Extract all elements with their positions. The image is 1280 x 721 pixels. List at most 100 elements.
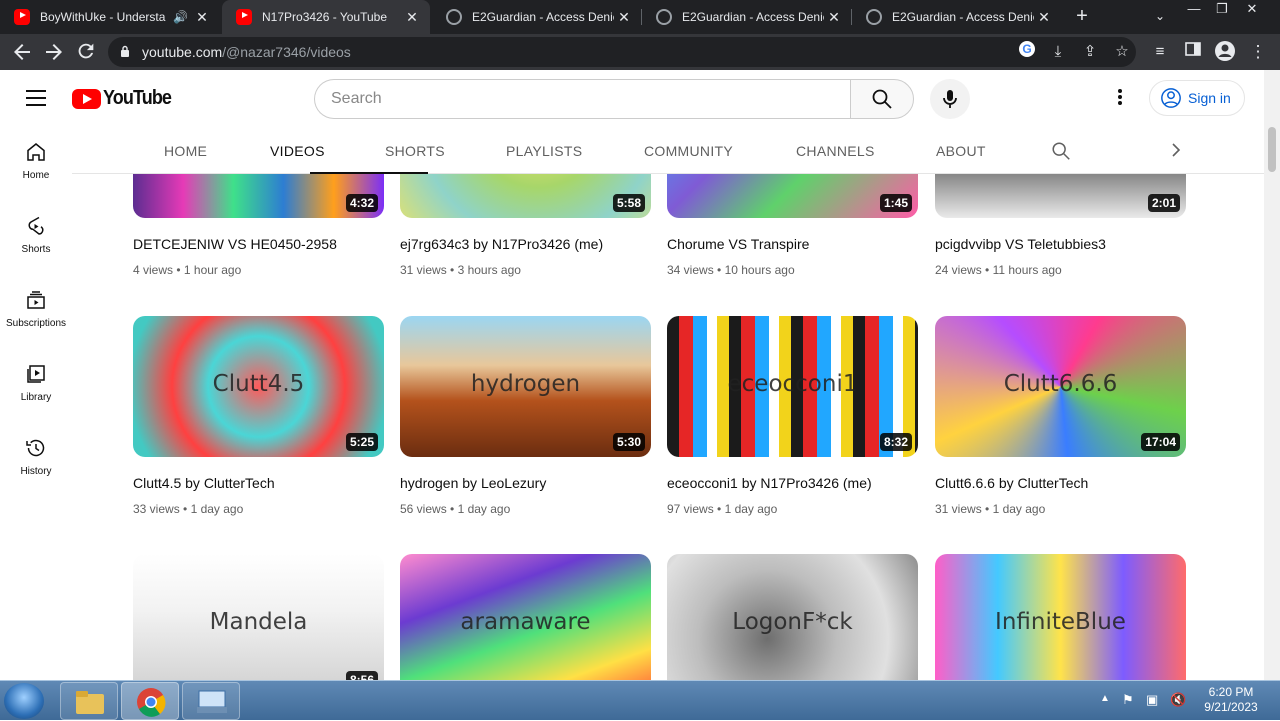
video-title[interactable]: eceocconi1 by N17Pro3426 (me): [667, 475, 872, 491]
tab-home[interactable]: HOME: [164, 143, 207, 159]
lock-icon[interactable]: [120, 45, 130, 57]
video-thumbnail[interactable]: Clutt4.5 5:25: [133, 316, 384, 457]
forward-arrow-icon[interactable]: [42, 40, 66, 64]
tab-boywithuke[interactable]: BoyWithUke - Understa 🔊 ✕: [0, 0, 220, 34]
tab-n17pro3426[interactable]: N17Pro3426 - YouTube ✕: [222, 0, 430, 34]
explorer-icon[interactable]: [60, 682, 118, 720]
video-card[interactable]: Clutt6.6.6 17:04 Clutt6.6.6 by ClutterTech…: [935, 316, 1186, 516]
video-thumbnail[interactable]: aramaware: [400, 554, 651, 680]
bookmark-star-icon[interactable]: ☆: [1110, 40, 1134, 64]
youtube-logo[interactable]: YouTube: [72, 87, 179, 110]
taskbar-clock[interactable]: 6:20 PM 9/21/2023: [1200, 685, 1262, 715]
keyboard-app-icon[interactable]: [182, 682, 240, 720]
video-thumbnail[interactable]: eceocconi1 8:32: [667, 316, 918, 457]
tab-e2guardian-3[interactable]: E2Guardian - Access Denie ✕: [852, 0, 1062, 34]
tab-shorts[interactable]: SHORTS: [385, 143, 445, 159]
new-tab-icon[interactable]: +: [1070, 4, 1094, 28]
guide-item-home[interactable]: Home: [4, 126, 68, 192]
close-tab-icon[interactable]: ✕: [402, 9, 422, 26]
video-title[interactable]: hydrogen by LeoLezury: [400, 475, 546, 491]
globe-favicon-icon: [866, 9, 882, 25]
install-app-icon[interactable]: ⤓: [1046, 40, 1070, 64]
network-icon[interactable]: ▣: [1146, 692, 1158, 708]
video-thumbnail[interactable]: hydrogen 5:30: [400, 316, 651, 457]
thumbnail-text: LogonF*ck: [732, 609, 853, 635]
restore-icon[interactable]: ❐: [1208, 0, 1236, 20]
window-close-icon[interactable]: ✕: [1238, 0, 1266, 20]
video-card[interactable]: LogonF*ck: [667, 554, 918, 680]
close-tab-icon[interactable]: ✕: [1034, 9, 1054, 26]
guide-item-subscriptions[interactable]: Subscriptions: [4, 274, 68, 340]
video-title[interactable]: DETCEJENIW VS HE0450-2958: [133, 236, 337, 252]
globe-favicon-icon: [656, 9, 672, 25]
search-button[interactable]: [850, 79, 914, 119]
video-meta: 24 views • 11 hours ago: [935, 263, 1062, 277]
view-count: 31 views: [935, 502, 982, 516]
youtube-masthead: YouTube Sign in: [0, 70, 1264, 126]
video-card[interactable]: Clutt4.5 5:25 Clutt4.5 by ClutterTech 33 vi…: [133, 316, 384, 516]
speaker-icon[interactable]: 🔊: [173, 10, 188, 24]
tab-e2guardian-1[interactable]: E2Guardian - Access Denie ✕: [432, 0, 642, 34]
video-thumbnail[interactable]: LogonF*ck: [667, 554, 918, 680]
start-button-icon[interactable]: [4, 683, 44, 719]
video-title[interactable]: Clutt4.5 by ClutterTech: [133, 475, 275, 491]
tab-community[interactable]: COMMUNITY: [644, 143, 733, 159]
minimize-icon[interactable]: —: [1180, 0, 1208, 20]
video-title[interactable]: ej7rg634c3 by N17Pro3426 (me): [400, 236, 603, 252]
hamburger-menu-icon[interactable]: [26, 90, 46, 106]
url-text[interactable]: youtube.com/@nazar7346/videos: [142, 44, 351, 60]
history-icon: [26, 439, 45, 457]
guide-item-history[interactable]: History: [4, 422, 68, 488]
chevron-right-icon[interactable]: [1166, 140, 1186, 160]
close-tab-icon[interactable]: ✕: [824, 9, 844, 26]
video-thumbnail[interactable]: Clutt6.6.6 17:04: [935, 316, 1186, 457]
chrome-icon[interactable]: [121, 682, 179, 720]
thumbnail-text: Clutt4.5: [212, 371, 305, 397]
close-tab-icon[interactable]: ✕: [614, 9, 634, 26]
tab-playlists[interactable]: PLAYLISTS: [506, 143, 582, 159]
video-card[interactable]: eceocconi1 8:32 eceocconi1 by N17Pro3426 (…: [667, 316, 918, 516]
tab-about[interactable]: ABOUT: [936, 143, 986, 159]
video-title[interactable]: Chorume VS Transpire: [667, 236, 809, 252]
tab-search-chevron-icon[interactable]: ⌄: [1148, 4, 1172, 28]
search-box[interactable]: [314, 79, 851, 119]
meta-separator: •: [981, 502, 993, 516]
video-card[interactable]: InfiniteBlue: [935, 554, 1186, 680]
action-center-flag-icon[interactable]: ⚑: [1122, 692, 1134, 708]
video-title[interactable]: pcigdvvibp VS Teletubbies3: [935, 236, 1106, 252]
video-thumbnail[interactable]: Mandela 8:56: [133, 554, 384, 680]
video-title[interactable]: Clutt6.6.6 by ClutterTech: [935, 475, 1088, 491]
google-icon[interactable]: G: [1015, 40, 1039, 64]
upload-age: 1 hour ago: [183, 263, 242, 277]
tab-channels[interactable]: CHANNELS: [796, 143, 875, 159]
tab-videos[interactable]: VIDEOS: [270, 143, 325, 159]
search-input[interactable]: [315, 80, 851, 118]
more-options-icon[interactable]: [1108, 87, 1132, 111]
profile-avatar-icon[interactable]: [1213, 40, 1237, 64]
address-bar[interactable]: youtube.com/@nazar7346/videos G ⤓ ⇪ ☆: [108, 37, 1136, 67]
tab-e2guardian-2[interactable]: E2Guardian - Access Denie ✕: [642, 0, 852, 34]
show-hidden-icons-icon[interactable]: ▲: [1100, 693, 1110, 704]
volume-muted-icon[interactable]: 🔇: [1170, 692, 1186, 708]
guide-item-shorts[interactable]: Shorts: [4, 200, 68, 266]
scrollbar-thumb[interactable]: [1268, 127, 1276, 172]
voice-search-button[interactable]: [930, 79, 970, 119]
video-card[interactable]: hydrogen 5:30 hydrogen by LeoLezury 56 view…: [400, 316, 651, 516]
close-tab-icon[interactable]: ✕: [192, 9, 212, 26]
side-panel-icon[interactable]: [1181, 40, 1205, 64]
channel-search-icon[interactable]: [1050, 140, 1072, 162]
reload-icon[interactable]: [74, 40, 98, 64]
sign-in-button[interactable]: Sign in: [1149, 80, 1245, 116]
back-arrow-icon[interactable]: [10, 40, 34, 64]
chrome-menu-icon[interactable]: ⋮: [1246, 40, 1270, 64]
guide-item-library[interactable]: Library: [4, 348, 68, 414]
share-icon[interactable]: ⇪: [1078, 40, 1102, 64]
page-scrollbar[interactable]: [1264, 70, 1280, 680]
video-card[interactable]: aramaware: [400, 554, 651, 680]
thumbnail-text: Clutt6.6.6: [1003, 371, 1118, 397]
video-meta: 34 views • 10 hours ago: [667, 263, 795, 277]
duration-badge: 8:32: [879, 433, 912, 451]
video-thumbnail[interactable]: InfiniteBlue: [935, 554, 1186, 680]
media-control-icon[interactable]: ≡: [1148, 40, 1172, 64]
video-card[interactable]: Mandela 8:56: [133, 554, 384, 680]
